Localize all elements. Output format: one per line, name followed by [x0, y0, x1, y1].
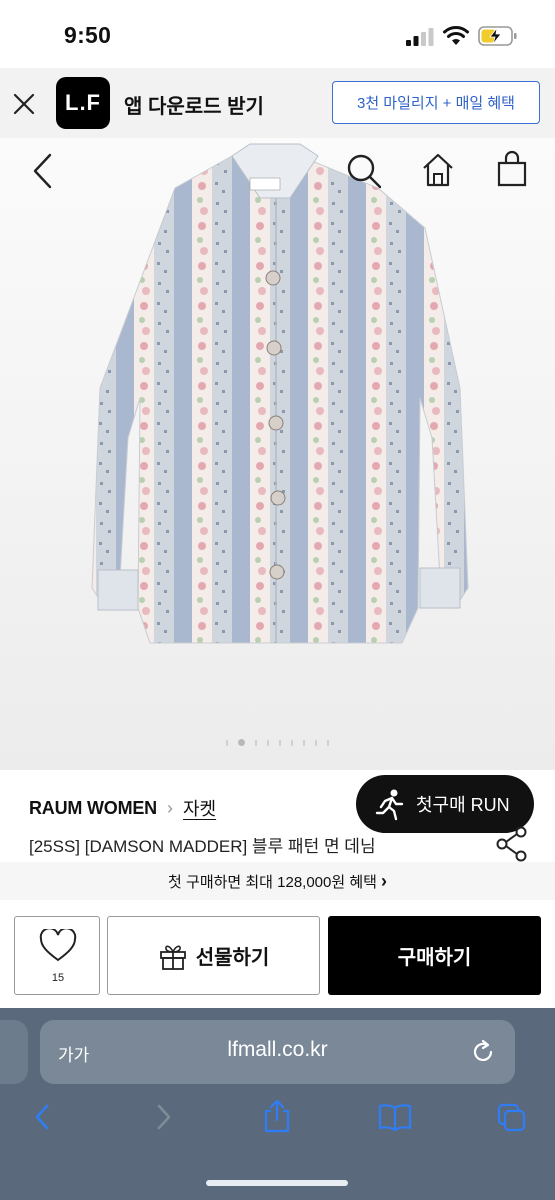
app-download-banner: L.F 앱 다운로드 받기 3천 마일리지 + 매일 혜택: [0, 68, 555, 138]
gift-button[interactable]: 선물하기: [107, 916, 320, 995]
home-indicator: [206, 1180, 348, 1186]
promo-text: 첫 구매하면 최대 128,000원 혜택: [168, 873, 377, 891]
carousel-dot[interactable]: [303, 740, 305, 746]
share-icon[interactable]: [496, 826, 528, 862]
gift-icon: [159, 945, 186, 970]
product-image-carousel[interactable]: [0, 138, 555, 770]
cellular-signal-icon: [406, 28, 434, 46]
purchase-action-bar: 15 선물하기 구매하기: [0, 902, 555, 1008]
app-download-button[interactable]: 3천 마일리지 + 매일 혜택: [332, 81, 540, 124]
browser-back-icon[interactable]: [28, 1102, 58, 1132]
reload-icon[interactable]: [469, 1038, 497, 1066]
screen: 9:50 L.F 앱 다운로드 받기 3천 마일리지 + 매일 혜택 RAUM …: [0, 0, 555, 1200]
status-time: 9:50: [64, 22, 112, 48]
buy-button[interactable]: 구매하기: [328, 916, 541, 995]
battery-charging-icon: [478, 26, 517, 46]
home-icon[interactable]: [421, 152, 455, 188]
bookmarks-icon[interactable]: [377, 1102, 413, 1132]
carousel-dots: [0, 739, 555, 746]
back-icon[interactable]: [30, 152, 56, 190]
first-purchase-promo-bar[interactable]: 첫 구매하면 최대 128,000원 혜택 ›: [0, 862, 555, 900]
carousel-dot[interactable]: [226, 740, 228, 746]
browser-share-icon[interactable]: [262, 1098, 292, 1134]
first-purchase-run-button[interactable]: 첫구매 RUN: [356, 775, 534, 833]
tabs-icon[interactable]: [496, 1102, 528, 1132]
search-icon[interactable]: [345, 152, 383, 190]
previous-tab-preview[interactable]: [0, 1020, 28, 1084]
runner-icon: [375, 789, 404, 821]
browser-forward-icon: [157, 1104, 171, 1130]
url-text[interactable]: lfmall.co.kr: [40, 1038, 515, 1062]
app-logo: L.F: [56, 77, 110, 129]
close-icon[interactable]: [10, 90, 38, 118]
carousel-dot[interactable]: [267, 740, 269, 746]
run-button-label: 첫구매 RUN: [416, 795, 510, 815]
wifi-icon: [443, 26, 469, 45]
browser-toolbar: 가가 lfmall.co.kr: [0, 1008, 555, 1200]
chevron-right-icon: ›: [166, 797, 173, 818]
banner-title: 앱 다운로드 받기: [124, 96, 264, 118]
gift-button-label: 선물하기: [195, 947, 270, 969]
like-button[interactable]: 15: [14, 916, 100, 995]
carousel-dot[interactable]: [327, 740, 329, 746]
carousel-dot[interactable]: [291, 740, 293, 746]
shopping-bag-icon[interactable]: [496, 150, 528, 188]
status-bar: 9:50: [0, 0, 555, 68]
brand-row: RAUM WOMEN › 자켓: [29, 795, 216, 821]
carousel-dot[interactable]: [315, 740, 317, 746]
like-count: 15: [51, 972, 65, 984]
product-title: [25SS] [DAMSON MADDER] 블루 패턴 면 데님: [29, 837, 376, 856]
brand-name[interactable]: RAUM WOMEN: [29, 798, 157, 819]
heart-icon: [39, 929, 77, 962]
address-bar[interactable]: 가가 lfmall.co.kr: [40, 1020, 515, 1084]
carousel-dot[interactable]: [238, 739, 245, 746]
carousel-dot[interactable]: [255, 740, 257, 746]
chevron-right-icon: ›: [380, 870, 387, 891]
carousel-dot[interactable]: [279, 740, 281, 746]
product-photo-jacket: [91, 143, 469, 644]
category-link[interactable]: 자켓: [183, 795, 216, 821]
